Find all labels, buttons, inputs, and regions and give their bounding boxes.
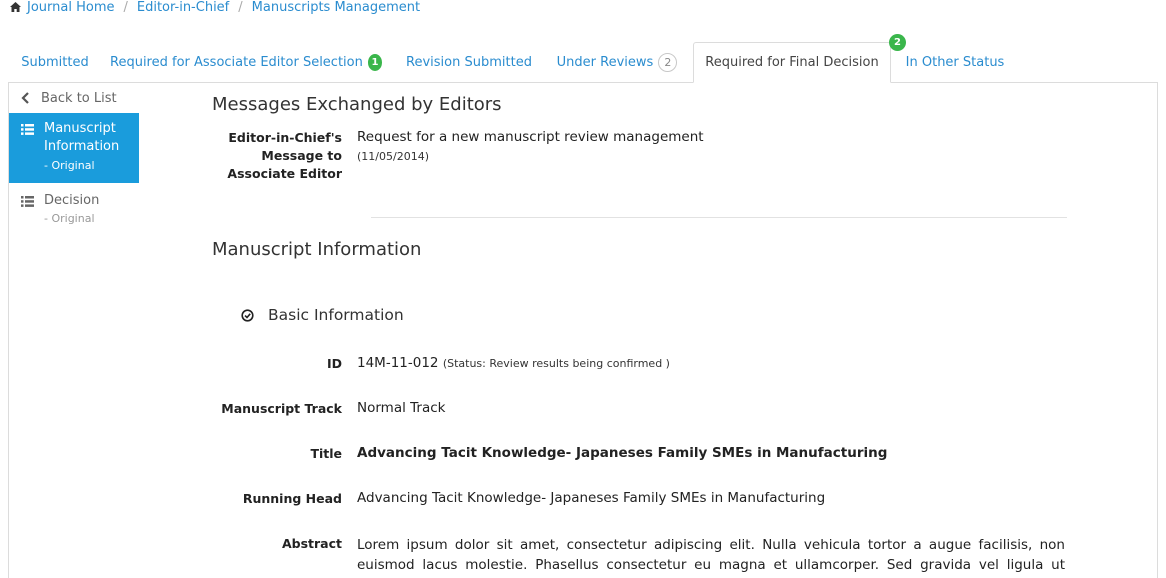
- basic-information-toggle[interactable]: Basic Information: [241, 306, 404, 324]
- tab-required-for-associate-editor-selection[interactable]: Required for Associate Editor Selection …: [110, 42, 382, 83]
- title-value: Advancing Tacit Knowledge- Japaneses Fam…: [357, 445, 888, 461]
- id-label: ID: [326, 356, 342, 371]
- tab-label: Required for Associate Editor Selection: [110, 55, 363, 70]
- tab-count-badge: 2: [889, 34, 906, 51]
- back-to-list-label: Back to List: [41, 90, 117, 106]
- home-icon: [10, 2, 21, 12]
- manuscript-id: 14M-11-012: [357, 355, 439, 371]
- breadcrumb-separator: /: [238, 0, 243, 15]
- status-text: (Status: Review results being confirmed …: [442, 357, 670, 370]
- tab-in-other-status[interactable]: In Other Status: [898, 42, 1012, 83]
- tab-label: Under Reviews: [556, 55, 654, 70]
- tab-count-badge: 1: [367, 54, 382, 71]
- tab-bar: Submitted Required for Associate Editor …: [0, 34, 1166, 83]
- track-label: Manuscript Track: [221, 401, 342, 416]
- manuscript-information-heading: Manuscript Information: [212, 239, 422, 260]
- title-label: Title: [310, 446, 342, 461]
- circle-check-icon: [241, 308, 254, 322]
- sidebar-item-sublabel: - Original: [44, 159, 95, 172]
- sidebar-item-label: Manuscript Information: [44, 121, 120, 154]
- track-value: Normal Track: [357, 400, 446, 416]
- tab-label: Submitted: [21, 55, 89, 70]
- breadcrumb-journal-home[interactable]: Journal Home: [27, 0, 114, 15]
- tab-label: In Other Status: [905, 55, 1005, 70]
- sidebar-item-sublabel: - Original: [44, 212, 95, 225]
- tab-required-for-final-decision[interactable]: Required for Final Decision 2: [693, 34, 906, 83]
- abstract-label: Abstract: [281, 536, 342, 551]
- list-icon: [21, 124, 34, 135]
- breadcrumb-manuscripts-management[interactable]: Manuscripts Management: [252, 0, 420, 15]
- sidebar: Back to List Manuscript Information - Or…: [9, 83, 139, 234]
- message-text: Request for a new manuscript review mana…: [357, 129, 704, 145]
- breadcrumb-separator: /: [123, 0, 128, 15]
- abstract-value: Lorem ipsum dolor sit amet, consectetur …: [357, 537, 1065, 578]
- sidebar-item-decision[interactable]: Decision - Original: [9, 183, 139, 234]
- id-value: 14M-11-012 (Status: Review results being…: [357, 355, 670, 371]
- chevron-left-icon: [21, 92, 29, 104]
- tab-submitted[interactable]: Submitted: [10, 42, 100, 83]
- messages-heading: Messages Exchanged by Editors: [212, 94, 502, 115]
- message-date: (11/05/2014): [357, 150, 429, 163]
- basic-information-heading: Basic Information: [268, 306, 404, 324]
- tab-count-badge: 2: [658, 53, 678, 72]
- list-icon: [21, 196, 34, 207]
- running-head-value: Advancing Tacit Knowledge- Japaneses Fam…: [357, 490, 826, 506]
- message-label: Editor-in-Chief's Message to Associate E…: [227, 130, 342, 181]
- tab-label: Revision Submitted: [406, 55, 532, 70]
- running-head-label: Running Head: [242, 491, 342, 506]
- tab-label: Required for Final Decision: [705, 55, 879, 70]
- breadcrumb-editor-in-chief[interactable]: Editor-in-Chief: [137, 0, 229, 15]
- breadcrumb: Journal Home / Editor-in-Chief / Manuscr…: [10, 0, 420, 15]
- tab-revision-submitted[interactable]: Revision Submitted: [398, 42, 540, 83]
- tab-under-reviews[interactable]: Under Reviews 2: [552, 42, 682, 83]
- section-divider: [371, 217, 1067, 218]
- back-to-list-link[interactable]: Back to List: [9, 83, 139, 113]
- sidebar-item-label: Decision: [44, 193, 100, 208]
- sidebar-item-manuscript-information[interactable]: Manuscript Information - Original: [9, 113, 139, 183]
